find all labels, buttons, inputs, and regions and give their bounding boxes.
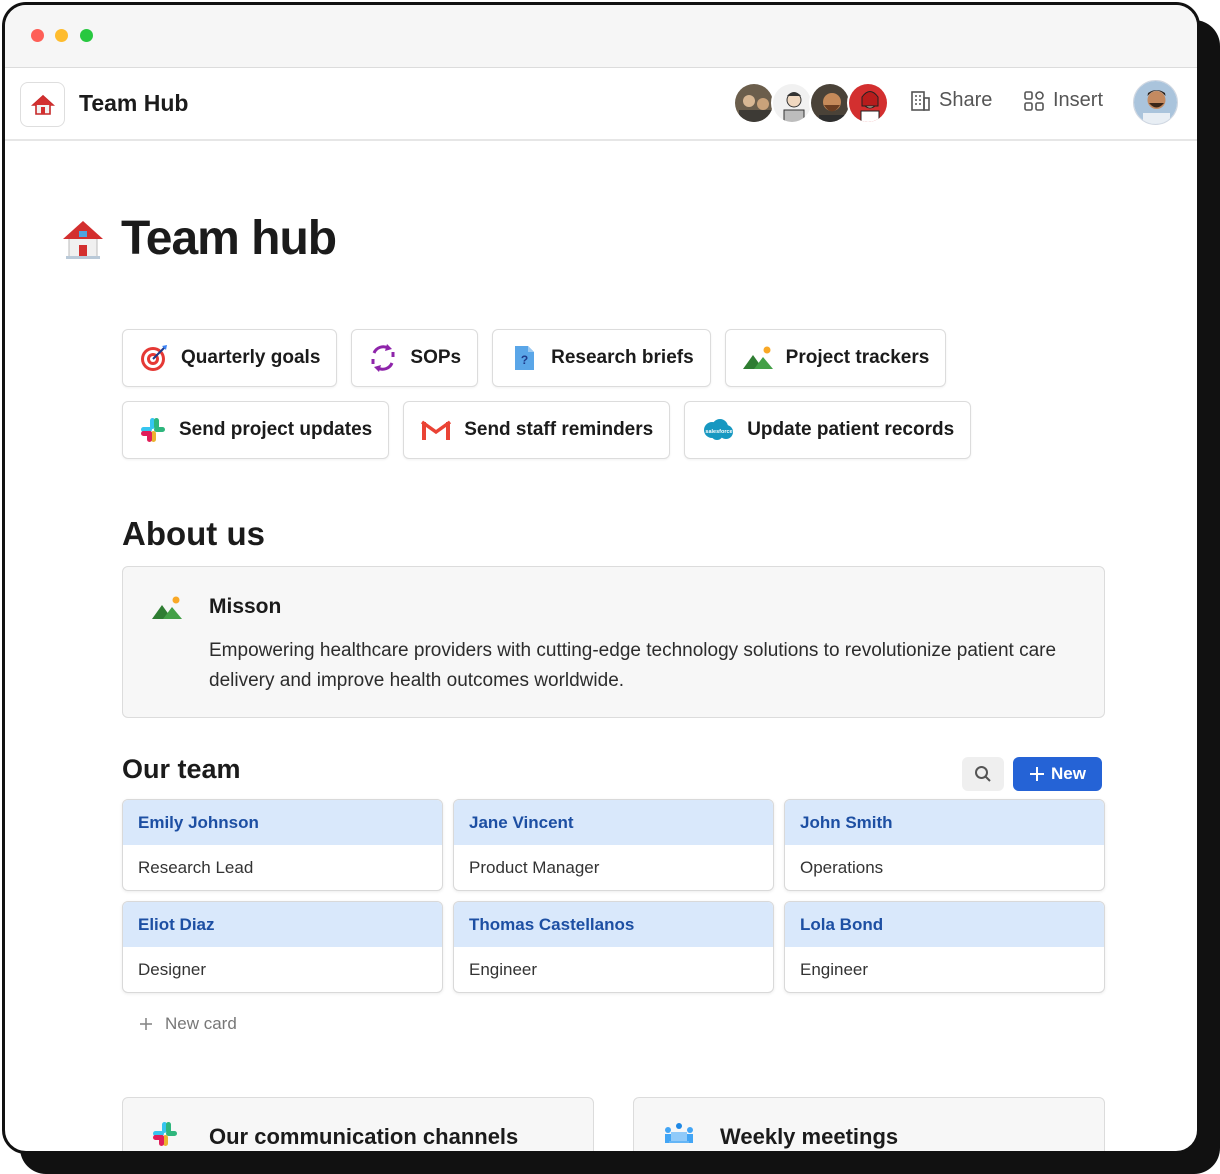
window-titlebar — [5, 5, 1197, 68]
quick-links-row: Quarterly goals SOPs ? Research briefs P… — [122, 329, 1022, 387]
quick-link-send-staff-reminders[interactable]: Send staff reminders — [403, 401, 671, 459]
quick-links-row: Send project updates Send staff reminder… — [122, 401, 1022, 459]
quick-link-label: Send staff reminders — [464, 419, 654, 440]
team-card[interactable]: Eliot Diaz Designer — [122, 901, 443, 993]
avatar[interactable] — [771, 82, 813, 124]
house-icon — [63, 220, 103, 259]
collaborator-avatars[interactable] — [733, 82, 889, 124]
team-member-name: Lola Bond — [785, 902, 1104, 947]
team-member-role: Engineer — [469, 959, 538, 979]
quick-link-label: Quarterly goals — [181, 347, 321, 368]
plus-icon — [1030, 767, 1045, 781]
team-member-name: Emily Johnson — [123, 800, 442, 845]
communication-channels-card[interactable]: Our communication channels — [122, 1097, 594, 1151]
share-label: Share — [939, 89, 993, 111]
doc-title: Team Hub — [79, 90, 189, 116]
team-cards: Emily Johnson Research Lead Jane Vincent… — [122, 799, 1105, 993]
mountain-sun-icon — [152, 596, 182, 619]
new-team-card-button[interactable]: New — [1013, 757, 1102, 791]
about-heading: About us — [122, 515, 265, 552]
new-card-button[interactable]: New card — [139, 1014, 237, 1034]
quick-links: Quarterly goals SOPs ? Research briefs P… — [122, 329, 1022, 473]
quick-link-label: Update patient records — [747, 419, 955, 440]
new-card-label: New card — [165, 1014, 237, 1033]
team-member-role: Engineer — [800, 959, 869, 979]
document-question-icon: ? — [515, 346, 535, 370]
quick-link-label: Project trackers — [785, 347, 930, 368]
quick-link-label: Research briefs — [551, 347, 694, 368]
new-button-label: New — [1051, 764, 1086, 783]
weekly-meetings-title: Weekly meetings — [720, 1124, 899, 1149]
team-member-name: Thomas Castellanos — [454, 902, 773, 947]
team-card[interactable]: John Smith Operations — [784, 799, 1105, 891]
grid-plus-icon — [1024, 90, 1044, 111]
quick-link-send-project-updates[interactable]: Send project updates — [122, 401, 390, 459]
app-header: Team Hub Share Insert — [5, 68, 1197, 141]
mission-text: Empowering healthcare providers with cut… — [209, 640, 1057, 691]
page-title-text: Team hub — [121, 212, 337, 265]
slack-icon — [153, 1122, 177, 1146]
insert-label: Insert — [1053, 89, 1104, 111]
team-heading: Our team — [122, 754, 241, 784]
meeting-icon — [665, 1123, 693, 1143]
quick-link-research-briefs[interactable]: ? Research briefs — [492, 329, 711, 387]
avatar[interactable] — [733, 82, 775, 124]
app-window: Team Hub Share Insert Team hub Quarterly… — [2, 2, 1200, 1154]
minimize-window-button[interactable] — [55, 29, 68, 42]
svg-text:salesforce: salesforce — [706, 429, 733, 435]
team-card[interactable]: Emily Johnson Research Lead — [122, 799, 443, 891]
search-icon — [975, 766, 991, 782]
avatar[interactable] — [847, 82, 889, 124]
team-card[interactable]: Lola Bond Engineer — [784, 901, 1105, 993]
communication-channels-title: Our communication channels — [209, 1124, 519, 1149]
team-member-role: Designer — [138, 959, 207, 979]
plus-icon — [140, 1018, 152, 1030]
team-member-name: Jane Vincent — [454, 800, 773, 845]
svg-text:?: ? — [521, 353, 528, 367]
page-title: Team hub — [61, 211, 337, 266]
mission-title: Misson — [209, 595, 282, 618]
doc-icon-button[interactable] — [20, 82, 65, 127]
team-card[interactable]: Thomas Castellanos Engineer — [453, 901, 774, 993]
team-member-name: Eliot Diaz — [123, 902, 442, 947]
quick-link-quarterly-goals[interactable]: Quarterly goals — [122, 329, 338, 387]
team-card[interactable]: Jane Vincent Product Manager — [453, 799, 774, 891]
quick-link-label: Send project updates — [179, 419, 373, 440]
mountain-sun-icon — [742, 346, 773, 369]
share-button[interactable]: Share — [909, 89, 992, 112]
team-member-role: Research Lead — [138, 857, 254, 877]
quick-link-project-trackers[interactable]: Project trackers — [724, 329, 947, 387]
team-member-role: Product Manager — [469, 857, 600, 877]
team-member-role: Operations — [800, 857, 884, 877]
maximize-window-button[interactable] — [80, 29, 93, 42]
salesforce-icon: salesforce — [704, 419, 734, 440]
quick-link-label: SOPs — [410, 347, 462, 368]
slack-icon — [141, 418, 165, 442]
cycle-arrows-icon — [371, 344, 395, 372]
mission-callout: Misson Empowering healthcare providers w… — [122, 566, 1105, 718]
avatar[interactable] — [809, 82, 851, 124]
gmail-icon — [421, 420, 452, 440]
house-icon — [30, 94, 55, 115]
team-search-button[interactable] — [962, 757, 1004, 791]
weekly-meetings-card[interactable]: Weekly meetings — [633, 1097, 1105, 1151]
target-icon — [141, 345, 167, 371]
team-member-name: John Smith — [785, 800, 1104, 845]
building-icon — [911, 90, 930, 111]
close-window-button[interactable] — [31, 29, 44, 42]
quick-link-sops[interactable]: SOPs — [351, 329, 479, 387]
quick-link-update-patient-records[interactable]: salesforce Update patient records — [684, 401, 972, 459]
user-avatar[interactable] — [1133, 80, 1178, 125]
insert-button[interactable]: Insert — [1023, 89, 1103, 112]
